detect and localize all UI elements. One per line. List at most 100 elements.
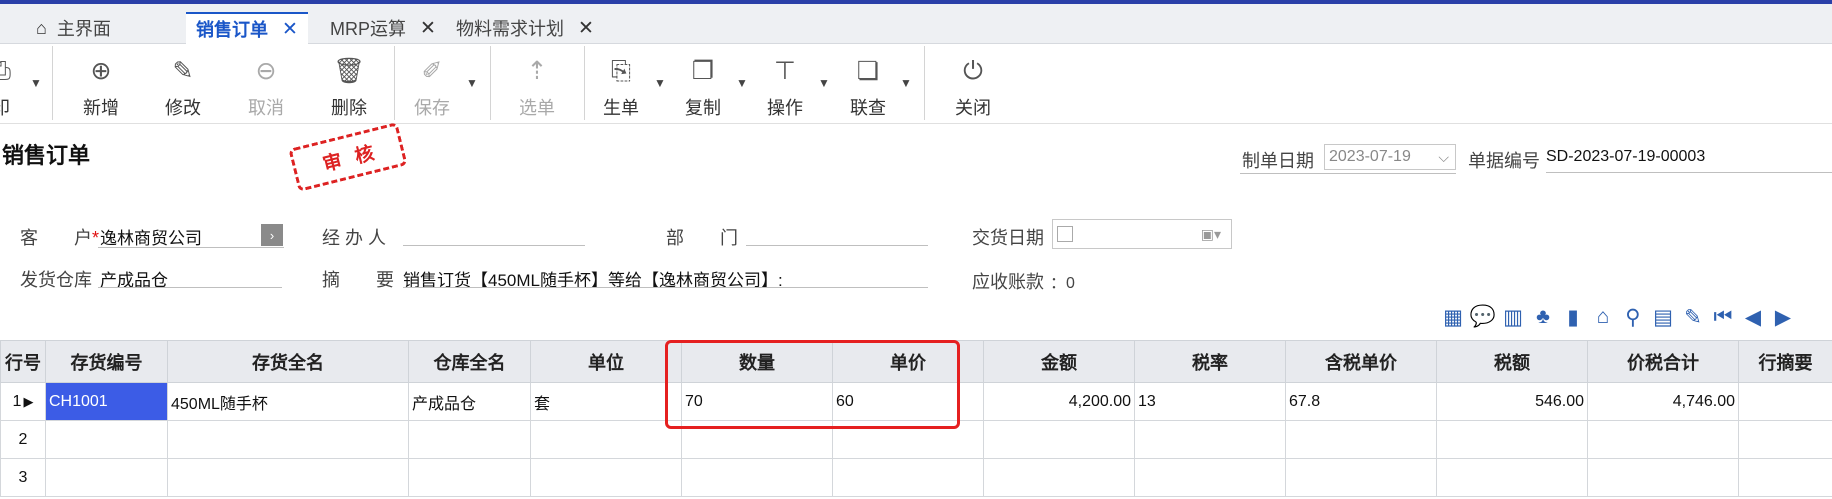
column-header[interactable]: 仓库全名 (408, 340, 531, 383)
new-button[interactable]: ⊕ 新增 (76, 44, 126, 124)
delivery-date-field[interactable]: ▣▾ (1052, 219, 1232, 249)
chevron-down-icon[interactable]: ▼ (900, 76, 912, 90)
cell-remark[interactable] (1738, 420, 1832, 459)
column-header[interactable]: 行摘要 (1738, 340, 1832, 383)
date-field[interactable]: 2023-07-19 ⌵ (1324, 144, 1456, 170)
toolbar: ⎙ 印 ▼ ⊕ 新增 ✎ 修改 ⊖ 取消 🗑 删除 ✐ 保存 ▼ ⇡ 选单 ⎘ … (0, 44, 1832, 124)
column-header[interactable]: 存货编号 (45, 340, 168, 383)
close-icon[interactable]: ✕ (578, 17, 594, 40)
cell-total[interactable] (1587, 458, 1739, 497)
chart-icon[interactable]: ▥ (1501, 304, 1525, 330)
close-icon[interactable]: ✕ (282, 18, 298, 41)
save-label: 保存 (414, 98, 450, 118)
number-value[interactable]: SD-2023-07-19-00003 (1546, 148, 1705, 166)
paperclip-icon[interactable]: ✎ (1681, 304, 1705, 330)
cell-code[interactable] (45, 458, 168, 497)
cell-warehouse[interactable] (408, 458, 531, 497)
phone-icon[interactable]: ▮ (1561, 304, 1585, 330)
column-header[interactable]: 单位 (530, 340, 682, 383)
print-button[interactable]: ⎙ 印 (0, 44, 16, 124)
arrow-right-icon[interactable]: ▶ (1771, 304, 1795, 330)
column-header[interactable]: 存货全名 (167, 340, 409, 383)
tab-sales-order[interactable]: 销售订单 ✕ (186, 12, 308, 44)
cell-amount[interactable] (983, 458, 1135, 497)
operate-button[interactable]: ⊤ 操作 (760, 44, 810, 124)
checkbox[interactable] (1057, 226, 1073, 242)
lookup-button[interactable]: › (261, 224, 283, 246)
cell-remark[interactable] (1738, 382, 1832, 421)
cell-remark[interactable] (1738, 458, 1832, 497)
generate-order-button[interactable]: ⎘ 生单 (596, 44, 646, 124)
first-page-icon[interactable]: ⏮ (1711, 304, 1735, 330)
receivable-label: 应收账款 (972, 272, 1044, 292)
cell-code[interactable]: CH1001 (45, 382, 168, 421)
tab-mrp[interactable]: MRP运算 ✕ (320, 12, 446, 44)
cell-total[interactable] (1587, 420, 1739, 459)
delete-button[interactable]: 🗑 删除 (324, 44, 374, 124)
cell-amount[interactable]: 4,200.00 (983, 382, 1135, 421)
cell-unit[interactable] (530, 420, 682, 459)
cell-unit[interactable] (530, 458, 682, 497)
column-header[interactable]: 行号 (0, 340, 46, 383)
stacked-docs-icon: ❏ (856, 57, 880, 85)
highlight-box (665, 340, 960, 429)
edit-icon: ✎ (172, 57, 194, 85)
delivery-date-label: 交货日期 (972, 228, 1044, 248)
chat-icon[interactable]: 💬 (1470, 304, 1496, 330)
cell-tax-price[interactable] (1285, 458, 1437, 497)
chevron-down-icon[interactable]: ▼ (30, 76, 42, 90)
cell-total[interactable]: 4,746.00 (1587, 382, 1739, 421)
cell-tax-rate[interactable] (1134, 420, 1286, 459)
cell-tax-rate[interactable]: 13 (1134, 382, 1286, 421)
close-icon[interactable]: ✕ (420, 17, 436, 40)
cell-tax-price[interactable] (1285, 420, 1437, 459)
org-tree-icon[interactable]: ♣ (1531, 304, 1555, 330)
chevron-down-icon[interactable]: ▼ (736, 76, 748, 90)
calculator-icon[interactable]: ▤ (1651, 304, 1675, 330)
cell-tax[interactable] (1436, 420, 1588, 459)
cell-name[interactable] (167, 420, 409, 459)
plus-circle-icon: ⊕ (90, 57, 112, 85)
tab-material-plan[interactable]: 物料需求计划 ✕ (446, 12, 604, 44)
calendar-icon[interactable]: ▣▾ (1201, 226, 1221, 243)
chevron-down-icon[interactable]: ▼ (654, 76, 666, 90)
table-row[interactable]: 3 (0, 458, 1832, 497)
cell-warehouse[interactable]: 产成品仓 (408, 382, 531, 421)
home-icon[interactable]: ⌂ (1591, 304, 1615, 330)
underline (98, 247, 284, 248)
cell-name[interactable] (167, 458, 409, 497)
qrcode-icon[interactable]: ▦ (1441, 304, 1465, 330)
customer-input[interactable]: 逸林商贸公司 (100, 224, 202, 249)
linked-query-button[interactable]: ❏ 联查 (843, 44, 893, 124)
chevron-down-icon[interactable]: ▼ (466, 76, 478, 90)
column-header[interactable]: 价税合计 (1587, 340, 1739, 383)
cell-qty[interactable] (681, 458, 833, 497)
select-order-button[interactable]: ⇡ 选单 (512, 44, 562, 124)
edit-label: 修改 (165, 98, 201, 118)
cell-name[interactable]: 450ML随手杯 (167, 382, 409, 421)
column-header[interactable]: 含税单价 (1285, 340, 1437, 383)
cell-tax-price[interactable]: 67.8 (1285, 382, 1437, 421)
column-header[interactable]: 金额 (983, 340, 1135, 383)
arrow-left-icon[interactable]: ◀ (1741, 304, 1765, 330)
close-button[interactable]: ⏻ 关闭 (948, 44, 998, 124)
column-header[interactable]: 税率 (1134, 340, 1286, 383)
cell-unit[interactable]: 套 (530, 382, 682, 421)
column-header[interactable]: 税额 (1436, 340, 1588, 383)
cell-amount[interactable] (983, 420, 1135, 459)
save-button[interactable]: ✐ 保存 (407, 44, 457, 124)
tab-home[interactable]: ⌂ 主界面 (26, 12, 121, 44)
chevron-down-icon[interactable]: ▼ (818, 76, 830, 90)
cell-price[interactable] (832, 458, 984, 497)
cell-tax[interactable] (1436, 458, 1588, 497)
search-icon[interactable]: ⚲ (1621, 304, 1645, 330)
cell-warehouse[interactable] (408, 420, 531, 459)
chevron-down-icon[interactable]: ⌵ (1438, 149, 1449, 166)
copy-button[interactable]: ❐ 复制 (678, 44, 728, 124)
row-pointer-icon: ▶ (23, 393, 34, 409)
cell-tax[interactable]: 546.00 (1436, 382, 1588, 421)
cell-tax-rate[interactable] (1134, 458, 1286, 497)
edit-button[interactable]: ✎ 修改 (158, 44, 208, 124)
cell-code[interactable] (45, 420, 168, 459)
cancel-button[interactable]: ⊖ 取消 (241, 44, 291, 124)
